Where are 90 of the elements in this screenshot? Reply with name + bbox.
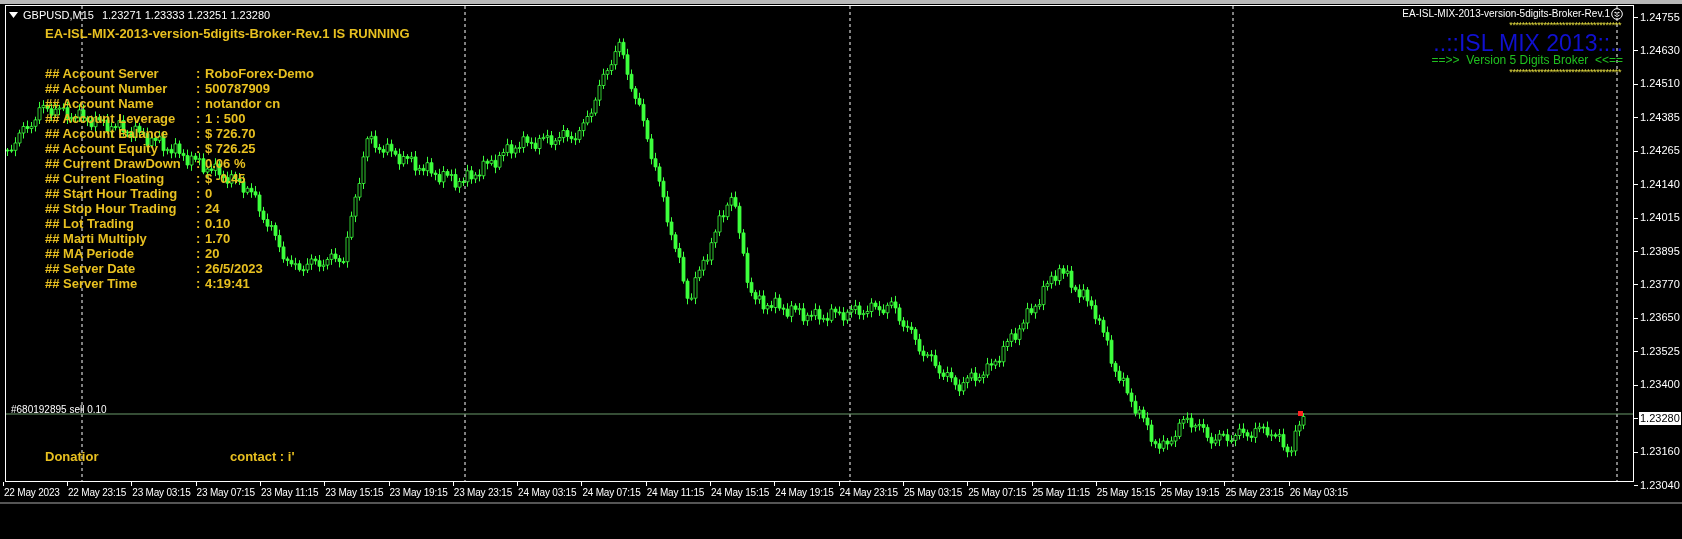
time-label: 23 May 15:15 bbox=[325, 486, 384, 499]
info-separator: : bbox=[196, 216, 202, 231]
info-value: $ 726.25 bbox=[205, 141, 257, 156]
info-label: ## MA Periode bbox=[45, 246, 136, 261]
expert-name: EA-ISL-MIX-2013-version-5digits-Broker-Rev.1 bbox=[1402, 7, 1610, 20]
info-separator: : bbox=[196, 201, 202, 216]
info-value: 24 bbox=[205, 201, 221, 216]
current-price-label: 1.23280 bbox=[1639, 411, 1681, 425]
price-label: 1.24510 bbox=[1640, 77, 1680, 91]
time-label: 25 May 11:15 bbox=[1032, 486, 1090, 499]
time-label: 24 May 03:15 bbox=[518, 486, 577, 499]
stars-line: ************************************ bbox=[1509, 67, 1621, 77]
time-label: 22 May 2023 bbox=[4, 486, 60, 499]
price-label: 1.24385 bbox=[1640, 110, 1680, 124]
footer-text: Donatior bbox=[45, 449, 99, 464]
time-label: 26 May 03:15 bbox=[1289, 486, 1348, 499]
info-label: ## Account Name bbox=[45, 96, 155, 111]
info-label: ## Lot Trading bbox=[45, 216, 135, 231]
info-separator: : bbox=[196, 141, 202, 156]
time-label: 23 May 07:15 bbox=[196, 486, 255, 499]
time-label: 24 May 07:15 bbox=[582, 486, 641, 499]
dropdown-icon[interactable] bbox=[9, 12, 18, 19]
info-separator: : bbox=[196, 171, 202, 186]
info-label: ## Start Hour Trading bbox=[45, 186, 179, 201]
price-label: 1.24265 bbox=[1640, 144, 1680, 158]
info-value: notandor cn bbox=[205, 96, 282, 111]
info-separator: : bbox=[196, 276, 202, 291]
info-value: 1.70 bbox=[205, 231, 232, 246]
info-separator: : bbox=[196, 261, 202, 276]
time-label: 22 May 23:15 bbox=[68, 486, 127, 499]
stars-line: ************************************ bbox=[1509, 20, 1621, 30]
price-label: 1.23040 bbox=[1640, 478, 1680, 492]
info-separator: : bbox=[196, 81, 202, 96]
price-label: 1.23770 bbox=[1640, 277, 1680, 291]
info-separator: : bbox=[196, 66, 202, 81]
time-label: 24 May 19:15 bbox=[775, 486, 834, 499]
info-value: 500787909 bbox=[205, 81, 272, 96]
info-label: ## Account Server bbox=[45, 66, 160, 81]
time-label: 25 May 23:15 bbox=[1225, 486, 1284, 499]
info-value: 26/5/2023 bbox=[205, 261, 264, 276]
info-label: ## Marti Multiply bbox=[45, 231, 148, 246]
price-label: 1.24140 bbox=[1640, 177, 1680, 191]
price-label: 1.24755 bbox=[1640, 10, 1680, 24]
symbol-label: GBPUSD,M15 bbox=[23, 8, 94, 23]
info-value: 20 bbox=[205, 246, 221, 261]
info-separator: : bbox=[196, 111, 202, 126]
info-separator: : bbox=[196, 156, 202, 171]
time-label: 25 May 07:15 bbox=[968, 486, 1027, 499]
time-label: 25 May 19:15 bbox=[1161, 486, 1220, 499]
time-label: 24 May 15:15 bbox=[711, 486, 770, 499]
info-separator: : bbox=[196, 96, 202, 111]
info-label: ## Server Date bbox=[45, 261, 137, 276]
time-label: 24 May 23:15 bbox=[839, 486, 898, 499]
time-label: 25 May 03:15 bbox=[903, 486, 963, 499]
info-value: 0.10 bbox=[205, 216, 232, 231]
time-label: 23 May 19:15 bbox=[389, 486, 448, 499]
time-label: 23 May 23:15 bbox=[453, 486, 512, 499]
time-label: 23 May 03:15 bbox=[132, 486, 191, 499]
smiley-icon[interactable] bbox=[1611, 7, 1623, 20]
info-value: RoboForex-Demo bbox=[205, 66, 315, 81]
quote-values: 1.23271 1.23333 1.23251 1.23280 bbox=[101, 8, 271, 23]
footer-text: contact : i' bbox=[230, 449, 295, 464]
price-label: 1.23895 bbox=[1640, 244, 1680, 258]
info-value: 1 : 500 bbox=[205, 111, 247, 126]
expert-logo: ..::ISL MIX 2013::.. bbox=[1433, 32, 1623, 54]
info-label: ## Account Equity bbox=[45, 141, 159, 156]
time-label: 23 May 11:15 bbox=[260, 486, 319, 499]
info-separator: : bbox=[196, 231, 202, 246]
info-value: 0 bbox=[205, 186, 214, 201]
info-value: 4:19:41 bbox=[205, 276, 251, 291]
info-separator: : bbox=[196, 126, 202, 141]
info-separator: : bbox=[196, 186, 202, 201]
info-value: $ 726.70 bbox=[205, 126, 257, 141]
info-label: ## Stop Hour Trading bbox=[45, 201, 178, 216]
price-label: 1.24630 bbox=[1640, 43, 1680, 57]
price-label: 1.23650 bbox=[1640, 311, 1680, 325]
info-label: ## Server Time bbox=[45, 276, 139, 291]
version-text: ==>> Version 5 Digits Broker <<== bbox=[1431, 54, 1623, 67]
order-line-label: #680192895 sell 0.10 bbox=[11, 403, 107, 417]
expert-status-title: EA-ISL-MIX-2013-version-5digits-Broker-Rev.1 IS RUNNING bbox=[45, 26, 410, 41]
time-label: 25 May 15:15 bbox=[1096, 486, 1155, 499]
time-label: 24 May 11:15 bbox=[646, 486, 705, 499]
price-label: 1.23160 bbox=[1640, 445, 1680, 459]
price-label: 1.23525 bbox=[1640, 344, 1680, 358]
info-label: ## Current DrawDown bbox=[45, 156, 182, 171]
info-separator: : bbox=[196, 246, 202, 261]
info-label: ## Current Floating bbox=[45, 171, 166, 186]
price-label: 1.23400 bbox=[1640, 378, 1680, 392]
info-label: ## Account Number bbox=[45, 81, 169, 96]
price-label: 1.24015 bbox=[1640, 211, 1680, 225]
